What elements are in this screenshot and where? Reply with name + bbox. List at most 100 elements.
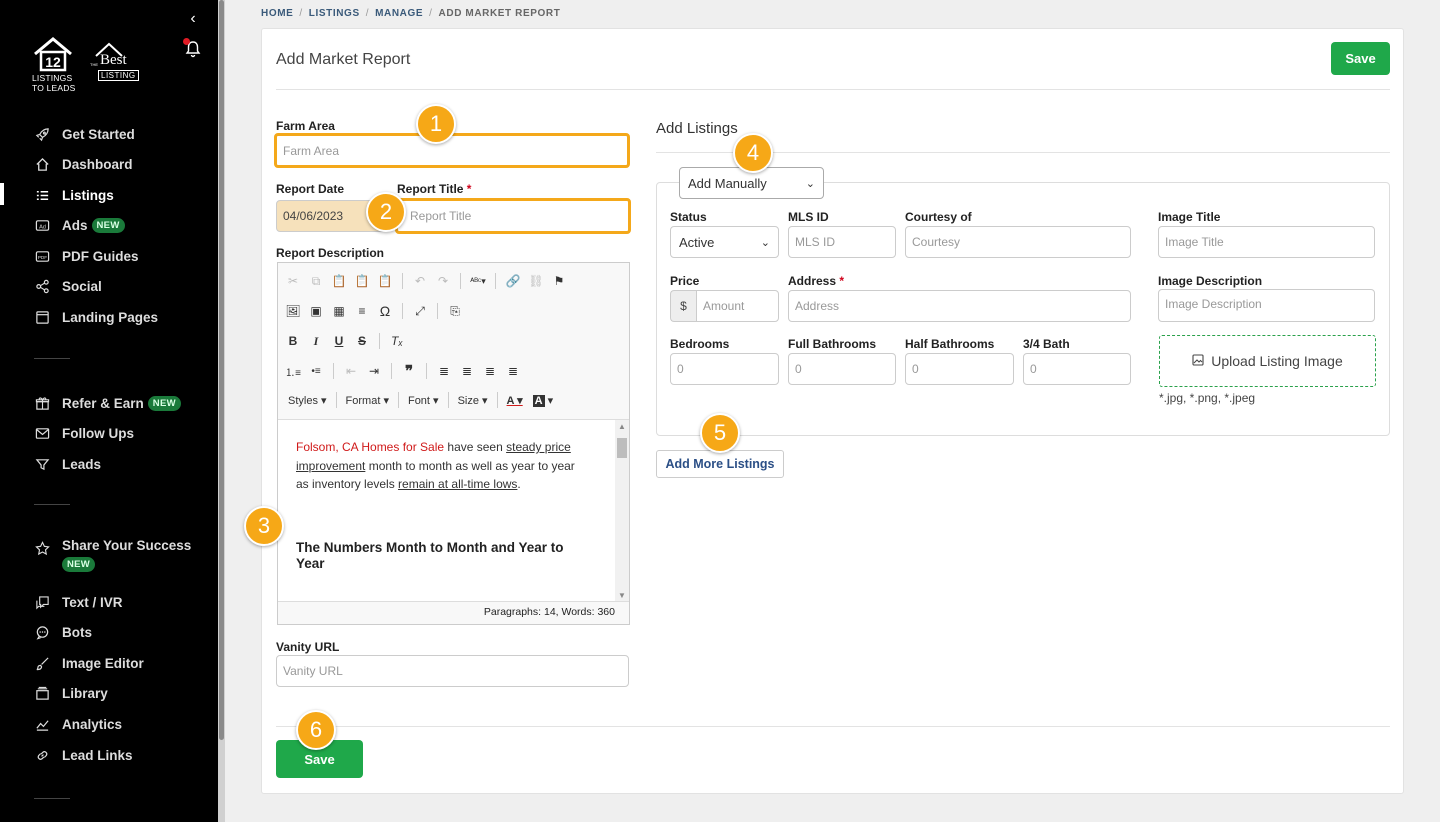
image-description-field[interactable]: Image Description bbox=[1158, 289, 1375, 322]
sidebar-item-dashboard[interactable]: Dashboard bbox=[34, 153, 133, 175]
listings-to-leads-logo[interactable]: 12 LISTINGS TO LEADS bbox=[32, 36, 80, 93]
italic-icon[interactable]: I bbox=[307, 332, 325, 350]
sidebar-item-refer-earn[interactable]: Refer & Earn NEW bbox=[34, 392, 181, 414]
rich-text-editor[interactable]: ✂ ⧉ 📋 📋 📋 ↶ ↷ ᴬᴮᶜ▾ 🔗 ⛓ ⚑ 🖼 ▣ ▦ ≡ Ω ⤢ ⎘ B… bbox=[277, 262, 630, 625]
undo-icon[interactable]: ↶ bbox=[411, 272, 429, 290]
align-right-icon[interactable]: ≣ bbox=[481, 362, 499, 380]
align-left-icon[interactable]: ≣ bbox=[435, 362, 453, 380]
brush-icon bbox=[34, 655, 50, 671]
text-color-icon[interactable]: A ▾ bbox=[503, 394, 527, 407]
breadcrumb-manage[interactable]: MANAGE bbox=[375, 8, 423, 19]
flash-icon[interactable]: ▣ bbox=[307, 302, 325, 320]
copy-icon[interactable]: ⧉ bbox=[307, 272, 325, 290]
paste-word-icon[interactable]: 📋 bbox=[376, 272, 394, 290]
image-title-label: Image Title bbox=[1158, 210, 1221, 224]
image-icon[interactable]: 🖼 bbox=[284, 302, 302, 320]
bg-color-icon[interactable]: A ▾ bbox=[529, 394, 558, 407]
horizontal-rule-icon[interactable]: ≡ bbox=[353, 302, 371, 320]
format-dropdown[interactable]: Format ▾ bbox=[342, 394, 393, 407]
blockquote-icon[interactable]: ❞ bbox=[400, 362, 418, 380]
link-icon bbox=[34, 747, 50, 763]
source-icon[interactable]: ⎘ bbox=[446, 302, 464, 320]
report-title-field[interactable]: Report Title bbox=[395, 198, 631, 234]
cut-icon[interactable]: ✂ bbox=[284, 272, 302, 290]
mls-id-field[interactable]: MLS ID bbox=[788, 226, 896, 258]
rocket-icon bbox=[34, 126, 50, 142]
editor-toolbar-row-1: ✂ ⧉ 📋 📋 📋 ↶ ↷ ᴬᴮᶜ▾ 🔗 ⛓ ⚑ bbox=[284, 271, 568, 291]
image-title-field[interactable]: Image Title bbox=[1158, 226, 1375, 258]
save-button-top[interactable]: Save bbox=[1331, 42, 1390, 75]
align-center-icon[interactable]: ≣ bbox=[458, 362, 476, 380]
size-dropdown[interactable]: Size ▾ bbox=[454, 394, 492, 407]
breadcrumb-home[interactable]: HOME bbox=[261, 8, 293, 19]
sidebar-item-library[interactable]: Library bbox=[34, 682, 108, 704]
indent-icon[interactable]: ⇥ bbox=[365, 362, 383, 380]
spellcheck-icon[interactable]: ᴬᴮᶜ▾ bbox=[469, 272, 487, 290]
editor-scrollbar[interactable]: ▲ ▼ bbox=[615, 420, 629, 602]
three-quarter-bath-label: 3/4 Bath bbox=[1023, 337, 1070, 351]
sidebar-item-get-started[interactable]: Get Started bbox=[34, 123, 135, 145]
strike-icon[interactable]: S bbox=[353, 332, 371, 350]
bedrooms-field[interactable]: 0 bbox=[670, 353, 779, 385]
sidebar-item-label: Refer & Earn bbox=[62, 395, 144, 411]
bulleted-list-icon[interactable]: •≡ bbox=[307, 362, 325, 380]
underline-icon[interactable]: U bbox=[330, 332, 348, 350]
upload-listing-image-button[interactable]: Upload Listing Image bbox=[1159, 335, 1376, 387]
bold-icon[interactable]: B bbox=[284, 332, 302, 350]
courtesy-field[interactable]: Courtesy bbox=[905, 226, 1131, 258]
add-more-listings-button[interactable]: Add More Listings bbox=[656, 450, 784, 478]
redo-icon[interactable]: ↷ bbox=[434, 272, 452, 290]
mail-icon bbox=[34, 425, 50, 441]
special-char-icon[interactable]: Ω bbox=[376, 302, 394, 320]
sidebar-item-analytics[interactable]: Analytics bbox=[34, 713, 122, 735]
paste-icon[interactable]: 📋 bbox=[330, 272, 348, 290]
half-bathrooms-field[interactable]: 0 bbox=[905, 353, 1014, 385]
sidebar-item-share-your-success[interactable]: Share Your Success NEW bbox=[34, 538, 191, 582]
editor-content[interactable]: Folsom, CA Homes for Sale have seen stea… bbox=[278, 419, 629, 602]
sidebar-item-social[interactable]: Social bbox=[34, 275, 102, 297]
maximize-icon[interactable]: ⤢ bbox=[411, 302, 429, 320]
price-field[interactable]: Amount bbox=[696, 290, 779, 322]
sidebar-item-image-editor[interactable]: Image Editor bbox=[34, 652, 144, 674]
unlink-icon[interactable]: ⛓ bbox=[527, 272, 545, 290]
image-description-label: Image Description bbox=[1158, 274, 1263, 288]
sidebar-item-label: Social bbox=[62, 278, 102, 294]
sidebar-item-label: Bots bbox=[62, 624, 92, 640]
sidebar-item-listings[interactable]: Listings bbox=[34, 184, 114, 206]
three-quarter-bath-field[interactable]: 0 bbox=[1023, 353, 1131, 385]
the-best-listing-logo[interactable]: THE Best LISTING bbox=[88, 42, 139, 84]
notification-bell-icon[interactable] bbox=[183, 38, 201, 58]
remove-format-icon[interactable]: Tₓ bbox=[388, 332, 406, 350]
styles-dropdown[interactable]: Styles ▾ bbox=[284, 394, 331, 407]
full-bathrooms-field[interactable]: 0 bbox=[788, 353, 896, 385]
breadcrumb-listings[interactable]: LISTINGS bbox=[309, 8, 360, 19]
sidebar-item-pdf-guides[interactable]: PDF PDF Guides bbox=[34, 245, 139, 267]
align-justify-icon[interactable]: ≣ bbox=[504, 362, 522, 380]
sidebar-item-text-ivr[interactable]: Text / IVR bbox=[34, 591, 123, 613]
paste-text-icon[interactable]: 📋 bbox=[353, 272, 371, 290]
filter-icon bbox=[34, 456, 50, 472]
address-field[interactable]: Address bbox=[788, 290, 1131, 322]
sidebar-item-landing-pages[interactable]: Landing Pages bbox=[34, 306, 158, 328]
font-dropdown[interactable]: Font ▾ bbox=[404, 394, 443, 407]
link-icon[interactable]: 🔗 bbox=[504, 272, 522, 290]
sidebar-item-follow-ups[interactable]: Follow Ups bbox=[34, 422, 134, 444]
numbered-list-icon[interactable]: ⒈≡ bbox=[284, 362, 302, 380]
breadcrumb-current: ADD MARKET REPORT bbox=[438, 8, 561, 19]
collapse-sidebar-icon[interactable]: ‹ bbox=[186, 10, 200, 28]
sidebar-item-ads[interactable]: Ad Ads NEW bbox=[34, 214, 125, 236]
farm-area-field[interactable]: Farm Area bbox=[274, 133, 630, 168]
sidebar-item-lead-links[interactable]: Lead Links bbox=[34, 744, 133, 766]
active-indicator bbox=[0, 183, 4, 205]
anchor-flag-icon[interactable]: ⚑ bbox=[550, 272, 568, 290]
sidebar-scrollbar[interactable] bbox=[218, 0, 225, 822]
header-divider bbox=[276, 89, 1390, 90]
sidebar-item-label: Listings bbox=[62, 187, 114, 203]
sidebar-item-leads[interactable]: Leads bbox=[34, 453, 101, 475]
table-icon[interactable]: ▦ bbox=[330, 302, 348, 320]
status-select[interactable]: Active ⌄ bbox=[670, 226, 779, 258]
outdent-icon[interactable]: ⇤ bbox=[342, 362, 360, 380]
scrollbar-thumb[interactable] bbox=[219, 0, 224, 740]
vanity-url-field[interactable]: Vanity URL bbox=[276, 655, 629, 687]
sidebar-item-bots[interactable]: Bots bbox=[34, 621, 92, 643]
